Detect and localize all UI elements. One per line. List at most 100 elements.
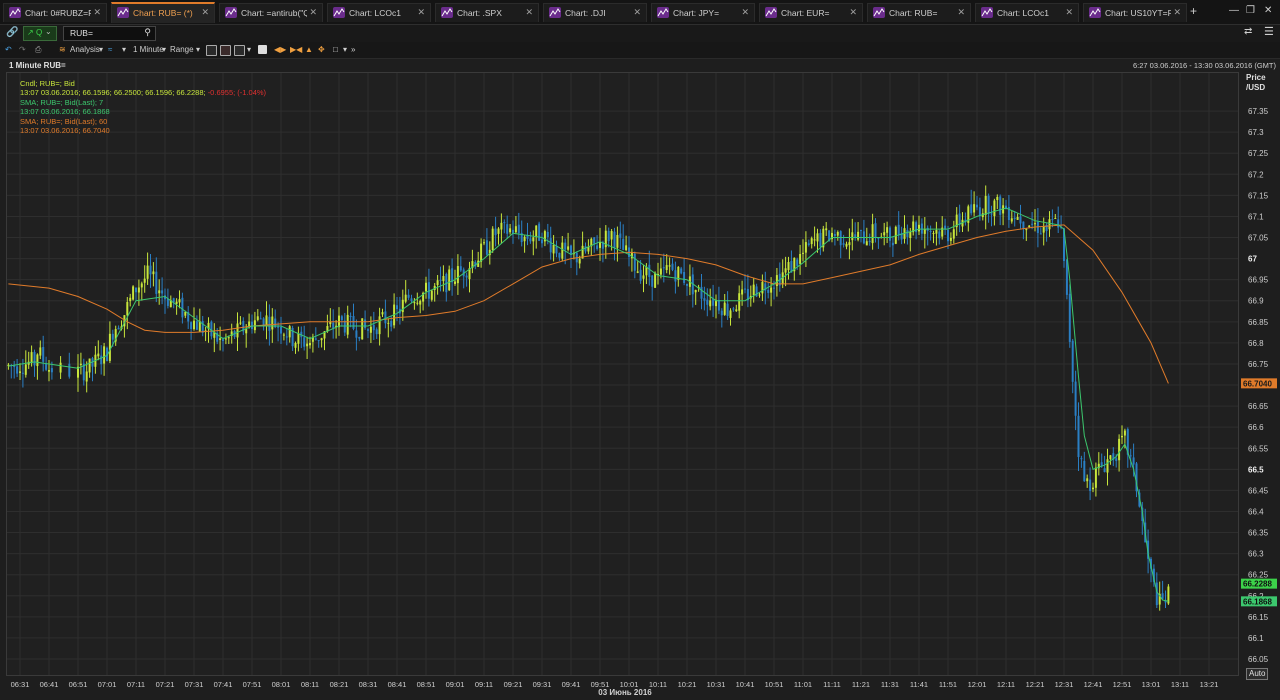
x-tick-label: 12:01 [968,680,987,689]
quote-mode-selector[interactable]: ↗ Q [23,26,57,41]
sma60-last-tag: 66.7040 [1243,379,1272,388]
scale-icon[interactable]: ▲ [305,44,313,55]
select-icon[interactable]: □ [333,44,338,55]
x-tick-label: 11:41 [910,680,928,689]
chevron-down-icon[interactable]: ▾ [162,44,166,55]
x-tick-label: 11:51 [939,680,957,689]
add-tab-button[interactable]: + [1190,4,1197,18]
x-tick-label: 13:21 [1200,680,1219,689]
x-tick-label: 13:11 [1171,680,1189,689]
tab-label: Chart: =antirub("Q%RU [241,8,307,18]
tab-label: Chart: LCOc1 [997,8,1049,18]
price-axis-title-line2: /USD [1246,83,1266,92]
close-tab-icon[interactable]: ✕ [849,7,857,18]
chart-type-icon[interactable]: ≈ [108,44,112,55]
close-tab-icon[interactable]: ✕ [957,7,965,18]
chevron-down-icon[interactable]: ▾ [122,44,126,55]
menu-icon[interactable]: ☰ [1264,25,1274,38]
sma60-last-tag-bg [1241,378,1277,389]
x-tick-label: 07:01 [98,680,117,689]
chart-title: 1 Minute RUB= [9,61,66,70]
x-tick-label: 11:01 [794,680,812,689]
tab-chart[interactable]: Chart: .DJI ✕ [543,3,647,22]
y-tick-label: 66.45 [1248,486,1269,495]
interval-menu[interactable]: 1 Minute [133,44,164,55]
close-window-icon[interactable]: ✕ [1264,5,1272,16]
pan-icon[interactable]: ✥ [318,44,325,55]
x-tick-label: 11:21 [852,680,870,689]
auto-scale-button[interactable]: Auto [1246,668,1269,680]
maximize-icon[interactable]: ❐ [1246,5,1255,16]
close-tab-icon[interactable]: ✕ [633,7,641,18]
tab-chart[interactable]: Chart: .SPX ✕ [435,3,539,22]
undo-icon[interactable]: ↶ [5,44,12,55]
x-tick-label: 06:41 [40,680,59,689]
y-tick-label: 66.25 [1248,571,1269,580]
close-tab-icon[interactable]: ✕ [309,7,317,18]
close-tab-icon[interactable]: ✕ [1065,7,1073,18]
minimize-icon[interactable]: — [1229,5,1239,16]
instrument-search-value: RUB= [70,28,93,38]
zoom-out-icon[interactable]: ▶◀ [290,44,302,55]
line-chart-icon[interactable] [206,45,217,56]
x-tick-label: 08:41 [388,680,407,689]
date-label: 03 Июнь 2016 [598,688,652,697]
share-icon[interactable]: ⇄ [1244,26,1252,37]
y-tick-label: 66.65 [1248,402,1269,411]
candle-chart-icon[interactable] [220,45,231,56]
range-menu[interactable]: Range [170,44,194,55]
tab-chart[interactable]: Chart: US10YT=RR✕ [1083,3,1187,22]
tab-chart[interactable]: Chart: EUR= ✕ [759,3,863,22]
x-tick-label: 08:01 [272,680,291,689]
chevron-down-icon[interactable]: ▾ [99,44,103,55]
tab-label: Chart: EUR= [781,8,830,18]
tab-chart[interactable]: Chart: LCOc1 ✕ [327,3,431,22]
chart-legend: Cndl; RUB=; Bid 13:07 03.06.2016; 66.159… [20,79,266,135]
search-icon[interactable]: ⚲ [144,27,151,38]
price-axis-title: Price /USD [1246,73,1266,93]
close-tab-icon[interactable]: ✕ [93,7,101,18]
tab-chart[interactable]: Chart: JPY= ✕ [651,3,755,22]
x-tick-label: 07:51 [243,680,262,689]
tab-chart[interactable]: Chart: RUB= ✕ [867,3,971,22]
draw-line-icon[interactable] [234,45,245,56]
close-tab-icon[interactable]: ✕ [417,7,425,18]
print-icon[interactable]: ⎙ [35,44,41,55]
legend-cndl-row: 13:07 03.06.2016; 66.1596; 66.2500; 66.1… [20,88,266,97]
x-tick-label: 12:31 [1055,680,1074,689]
quote-mode-icon: ↗ [27,28,34,37]
y-tick-label: 67.15 [1248,191,1269,200]
y-tick-label: 66.1 [1248,634,1264,643]
close-tab-icon[interactable]: ✕ [525,7,533,18]
close-tab-icon[interactable]: ✕ [201,7,209,18]
tab-chart[interactable]: Chart: RUB= (*) ✕ [111,2,215,23]
chevron-down-icon[interactable]: ▾ [343,44,347,55]
close-tab-icon[interactable]: ✕ [741,7,749,18]
instrument-search-input[interactable]: RUB= ⚲ [63,26,156,41]
tab-chart[interactable]: Chart: LCOc1 ✕ [975,3,1079,22]
chevron-down-icon[interactable]: ⌄ [45,27,52,36]
y-tick-label: 66.3 [1248,550,1264,559]
analysis-icon[interactable]: ≋ [59,44,66,55]
zoom-in-icon[interactable]: ◀▶ [274,44,286,55]
crosshair-icon[interactable] [258,45,267,54]
legend-sma60-title: SMA; RUB=; Bid(Last); 60 [20,116,108,126]
tab-chart[interactable]: Chart: 0#RUBZ=R ✕ [3,3,107,22]
y-tick-label: 66.55 [1248,444,1269,453]
close-tab-icon[interactable]: ✕ [1173,7,1181,18]
link-icon[interactable]: 🔗 [6,27,18,38]
tab-chart[interactable]: Chart: =antirub("Q%RU✕ [219,3,323,22]
more-icon[interactable]: » [351,44,355,55]
x-tick-label: 12:21 [1026,680,1045,689]
chevron-down-icon[interactable]: ▾ [196,44,200,55]
chart-tab-icon [9,7,21,18]
chart-tab-icon [441,7,453,18]
x-tick-label: 10:31 [707,680,726,689]
y-tick-label: 66.8 [1248,339,1264,348]
plot-area[interactable] [6,72,1239,676]
x-tick-label: 12:11 [997,680,1015,689]
analysis-menu[interactable]: Analysis [70,44,100,55]
redo-icon[interactable]: ↷ [19,44,26,55]
chevron-down-icon[interactable]: ▾ [247,44,251,55]
x-tick-label: 10:51 [765,680,784,689]
